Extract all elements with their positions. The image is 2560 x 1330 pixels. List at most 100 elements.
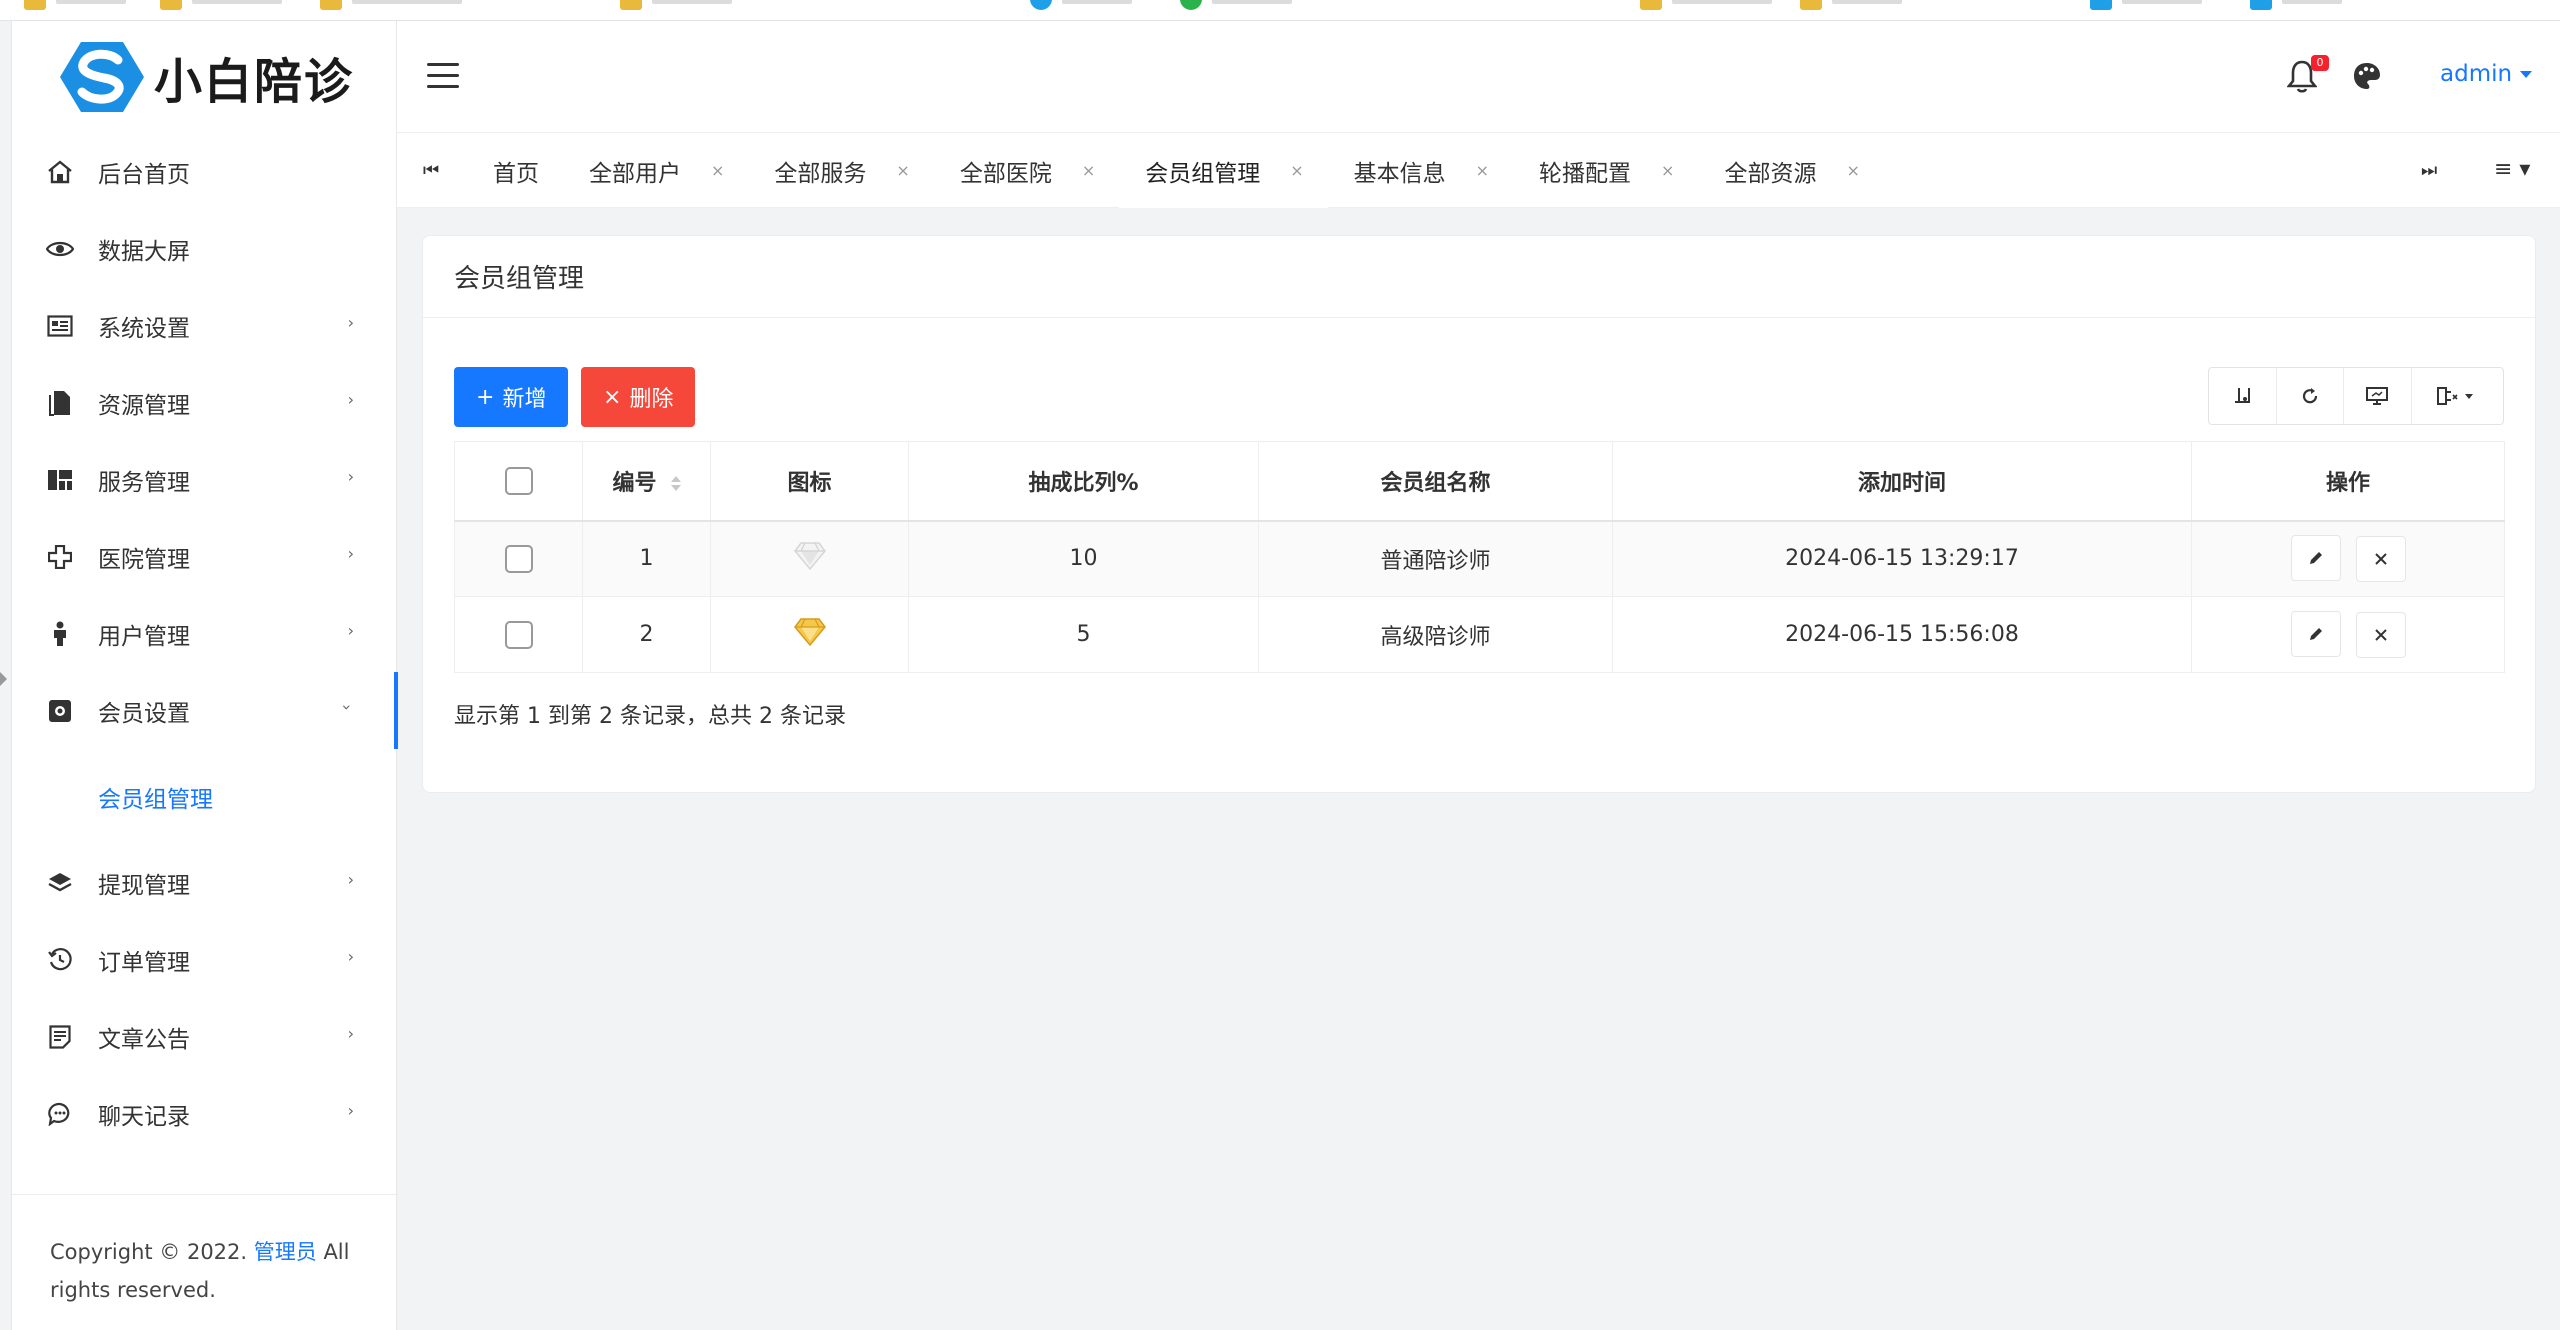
tab-basic-info[interactable]: 基本信息 × [1328, 133, 1513, 208]
tab-member-group[interactable]: 会员组管理 × [1119, 133, 1328, 208]
refresh-button[interactable] [2277, 368, 2345, 424]
sidebar-nav: 后台首页 数据大屏 系统设置 › 资源管理 › 服务管理 › 医院管理 › 用户… [12, 133, 398, 1152]
search-toggle-button[interactable] [2209, 368, 2277, 424]
bookmark-icon[interactable] [1180, 0, 1202, 10]
sidebar-item-services[interactable]: 服务管理 › [12, 441, 398, 518]
column-header-time: 添加时间 [1612, 441, 2192, 522]
add-button[interactable]: + 新增 [454, 367, 569, 427]
tab-scroll-right-icon[interactable]: ⏭ [2421, 160, 2437, 181]
sidebar-subitem-member-group[interactable]: 会员组管理 [12, 749, 398, 844]
cell-id: 2 [582, 596, 711, 673]
sidebar-item-orders[interactable]: 订单管理 › [12, 921, 398, 998]
copyright-text: Copyright © 2022. [50, 1240, 254, 1264]
edit-button[interactable] [2290, 611, 2341, 657]
tab-close-icon[interactable]: × [1476, 161, 1489, 180]
cell-name: 高级陪诊师 [1258, 596, 1613, 673]
sidebar-item-label: 用户管理 [98, 623, 190, 650]
select-all-cell [454, 441, 583, 522]
bookmark-item[interactable] [1062, 0, 1132, 4]
caret-down-icon [2520, 71, 2533, 78]
bookmark-item[interactable] [652, 0, 732, 4]
bookmark-icon[interactable] [1030, 0, 1052, 10]
tab-all-users[interactable]: 全部用户 × [563, 133, 748, 208]
card-view-button[interactable] [2344, 368, 2412, 424]
home-icon [45, 157, 75, 187]
sidebar-item-dashboard[interactable]: 后台首页 [12, 133, 398, 210]
delete-row-button[interactable] [2355, 536, 2406, 583]
menu-toggle-icon[interactable] [427, 63, 459, 89]
tab-label: 轮播配置 [1539, 160, 1632, 187]
chevron-right-icon: › [347, 467, 354, 486]
columns-icon [2437, 387, 2474, 405]
chat-icon [45, 1099, 75, 1129]
sidebar-item-hospitals[interactable]: 医院管理 › [12, 518, 398, 595]
sidebar-item-chat-records[interactable]: 聊天记录 › [12, 1075, 398, 1152]
bookmark-item[interactable] [1672, 0, 1772, 4]
column-header-icon: 图标 [710, 441, 909, 522]
delete-button[interactable]: × 删除 [581, 367, 696, 427]
logo-icon [60, 40, 144, 114]
logo-text: 小白陪诊 [154, 54, 355, 110]
bookmark-item[interactable] [1832, 0, 1902, 4]
tab-close-icon[interactable]: × [1290, 161, 1303, 180]
tab-close-icon[interactable]: × [896, 161, 909, 180]
sidebar-item-data-screen[interactable]: 数据大屏 [12, 210, 398, 287]
sidebar-item-withdrawals[interactable]: 提现管理 › [12, 844, 398, 921]
bookmark-item[interactable] [2282, 0, 2342, 4]
collapse-arrow-icon[interactable] [0, 672, 7, 686]
eye-icon [45, 234, 75, 264]
admin-link[interactable]: 管理员 [254, 1240, 317, 1264]
bookmark-icon[interactable] [2090, 0, 2112, 10]
tab-close-icon[interactable]: × [1846, 161, 1859, 180]
sidebar-item-resources[interactable]: 资源管理 › [12, 364, 398, 441]
logo[interactable]: 小白陪诊 [12, 21, 398, 133]
cell-name: 普通陪诊师 [1258, 520, 1613, 597]
bookmark-item[interactable] [2122, 0, 2202, 4]
sidebar-item-label: 服务管理 [98, 469, 190, 496]
history-icon [45, 945, 75, 975]
sidebar-item-member-settings[interactable]: 会员设置 › [12, 672, 398, 749]
bookmark-icon[interactable] [2250, 0, 2272, 10]
tab-home[interactable]: 首页 [467, 133, 563, 208]
select-all-checkbox[interactable] [504, 466, 533, 495]
close-icon: × [603, 384, 622, 410]
tab-scroll-left-icon[interactable]: ⏮ [423, 160, 439, 181]
tab-close-icon[interactable]: × [1661, 161, 1674, 180]
tab-label: 全部用户 [589, 160, 681, 187]
sidebar-item-articles[interactable]: 文章公告 › [12, 998, 398, 1075]
bookmark-item[interactable] [56, 0, 126, 4]
chevron-down-icon: › [337, 704, 357, 711]
tab-all-services[interactable]: 全部服务 × [748, 133, 933, 208]
bookmark-icon[interactable] [1800, 0, 1822, 10]
user-menu[interactable]: admin [2440, 61, 2533, 87]
pagination-summary: 显示第 1 到第 2 条记录，总共 2 条记录 [454, 704, 846, 729]
bookmark-icon[interactable] [160, 0, 182, 10]
edit-button[interactable] [2290, 535, 2341, 582]
delete-row-button[interactable] [2355, 612, 2406, 658]
bookmark-item[interactable] [192, 0, 282, 4]
columns-toggle-button[interactable] [2412, 368, 2503, 424]
tab-carousel-config[interactable]: 轮播配置 × [1513, 133, 1698, 208]
sidebar-item-label: 聊天记录 [98, 1103, 190, 1130]
bookmark-item[interactable] [352, 0, 462, 4]
cell-icon [710, 596, 909, 673]
tab-options-menu-icon[interactable]: ≡ ▾ [2494, 157, 2530, 182]
bookmark-icon[interactable] [24, 0, 46, 10]
tab-all-resources[interactable]: 全部资源 × [1698, 133, 1883, 208]
tab-close-icon[interactable]: × [711, 161, 724, 180]
sort-icon[interactable] [670, 476, 681, 492]
row-checkbox[interactable] [504, 620, 533, 649]
sidebar-item-label: 会员设置 [98, 700, 190, 727]
sidebar-item-system-settings[interactable]: 系统设置 › [12, 287, 398, 364]
sidebar-item-users[interactable]: 用户管理 › [12, 595, 398, 672]
top-header: 0 admin [397, 21, 2560, 133]
column-header-id[interactable]: 编号 [582, 441, 711, 522]
tab-all-hospitals[interactable]: 全部医院 × [934, 133, 1119, 208]
palette-icon[interactable] [2352, 61, 2382, 91]
row-checkbox[interactable] [504, 544, 533, 573]
tab-close-icon[interactable]: × [1082, 161, 1095, 180]
bookmark-item[interactable] [1212, 0, 1292, 4]
bookmark-icon[interactable] [320, 0, 342, 10]
bookmark-icon[interactable] [1640, 0, 1662, 10]
bookmark-icon[interactable] [620, 0, 642, 10]
